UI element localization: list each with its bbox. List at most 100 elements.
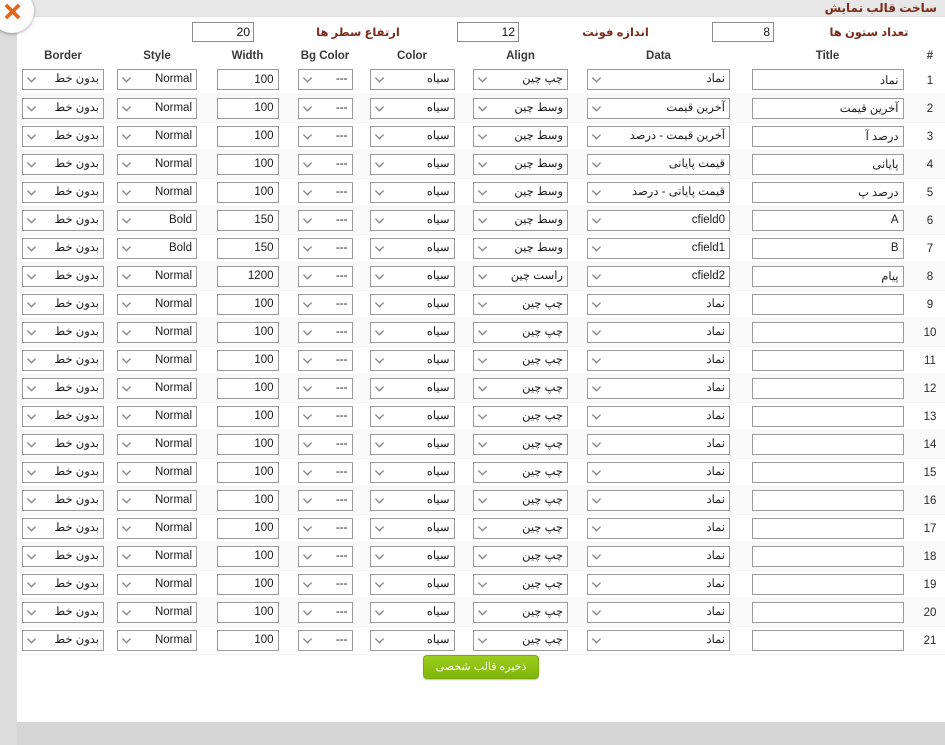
width-input[interactable] (216, 461, 279, 483)
border-select[interactable]: بدون خط (22, 489, 104, 511)
data-select[interactable]: نماد (587, 629, 730, 651)
data-select[interactable]: نماد (587, 433, 730, 455)
data-select[interactable]: نماد (587, 517, 730, 539)
data-select[interactable]: نماد (587, 405, 730, 427)
width-input[interactable] (216, 349, 279, 371)
bg-color-select[interactable]: --- (297, 433, 353, 455)
width-input[interactable] (216, 545, 279, 567)
style-select[interactable]: Normal (117, 517, 197, 539)
title-input[interactable] (751, 377, 904, 399)
width-input[interactable] (216, 321, 279, 343)
title-input[interactable] (751, 629, 904, 651)
style-select[interactable]: Normal (117, 153, 197, 175)
align-select[interactable]: وسط چین (473, 181, 568, 203)
align-select[interactable]: چپ چین (473, 349, 568, 371)
bg-color-select[interactable]: --- (297, 237, 353, 259)
width-input[interactable] (216, 489, 279, 511)
color-select[interactable]: سیاه (369, 181, 455, 203)
title-input[interactable] (751, 265, 904, 287)
color-select[interactable]: سیاه (369, 97, 455, 119)
style-select[interactable]: Normal (117, 405, 197, 427)
data-select[interactable]: آخرین قیمت - درصد (587, 125, 730, 147)
title-input[interactable] (751, 489, 904, 511)
align-select[interactable]: وسط چین (473, 237, 568, 259)
save-personal-template-button[interactable]: ذخیره قالب شخصی (422, 655, 540, 679)
title-input[interactable] (751, 69, 904, 91)
data-select[interactable]: نماد (587, 321, 730, 343)
color-select[interactable]: سیاه (369, 293, 455, 315)
bg-color-select[interactable]: --- (297, 629, 353, 651)
bg-color-select[interactable]: --- (297, 125, 353, 147)
border-select[interactable]: بدون خط (22, 433, 104, 455)
setting-input-font-size[interactable] (457, 21, 519, 42)
color-select[interactable]: سیاه (369, 573, 455, 595)
align-select[interactable]: چپ چین (473, 517, 568, 539)
data-select[interactable]: نماد (587, 545, 730, 567)
width-input[interactable] (216, 433, 279, 455)
title-input[interactable] (751, 461, 904, 483)
align-select[interactable]: چپ چین (473, 293, 568, 315)
align-select[interactable]: چپ چین (473, 69, 568, 91)
data-select[interactable]: cfield1 (587, 237, 730, 259)
align-select[interactable]: چپ چین (473, 461, 568, 483)
width-input[interactable] (216, 517, 279, 539)
style-select[interactable]: Normal (117, 433, 197, 455)
style-select[interactable]: Normal (117, 629, 197, 651)
color-select[interactable]: سیاه (369, 489, 455, 511)
align-select[interactable]: چپ چین (473, 545, 568, 567)
border-select[interactable]: بدون خط (22, 69, 104, 91)
title-input[interactable] (751, 125, 904, 147)
align-select[interactable]: چپ چین (473, 377, 568, 399)
style-select[interactable]: Normal (117, 461, 197, 483)
border-select[interactable]: بدون خط (22, 349, 104, 371)
title-input[interactable] (751, 237, 904, 259)
align-select[interactable]: چپ چین (473, 601, 568, 623)
bg-color-select[interactable]: --- (297, 377, 353, 399)
color-select[interactable]: سیاه (369, 321, 455, 343)
title-input[interactable] (751, 321, 904, 343)
title-input[interactable] (751, 153, 904, 175)
setting-input-row-height[interactable] (192, 21, 254, 42)
title-input[interactable] (751, 209, 904, 231)
bg-color-select[interactable]: --- (297, 265, 353, 287)
bg-color-select[interactable]: --- (297, 545, 353, 567)
border-select[interactable]: بدون خط (22, 573, 104, 595)
bg-color-select[interactable]: --- (297, 209, 353, 231)
border-select[interactable]: بدون خط (22, 125, 104, 147)
border-select[interactable]: بدون خط (22, 517, 104, 539)
width-input[interactable] (216, 237, 279, 259)
width-input[interactable] (216, 405, 279, 427)
style-select[interactable]: Normal (117, 321, 197, 343)
color-select[interactable]: سیاه (369, 517, 455, 539)
bg-color-select[interactable]: --- (297, 517, 353, 539)
width-input[interactable] (216, 125, 279, 147)
width-input[interactable] (216, 265, 279, 287)
border-select[interactable]: بدون خط (22, 265, 104, 287)
title-input[interactable] (751, 517, 904, 539)
bg-color-select[interactable]: --- (297, 573, 353, 595)
title-input[interactable] (751, 293, 904, 315)
width-input[interactable] (216, 97, 279, 119)
style-select[interactable]: Normal (117, 265, 197, 287)
color-select[interactable]: سیاه (369, 69, 455, 91)
data-select[interactable]: نماد (587, 377, 730, 399)
data-select[interactable]: نماد (587, 601, 730, 623)
width-input[interactable] (216, 293, 279, 315)
bg-color-select[interactable]: --- (297, 349, 353, 371)
width-input[interactable] (216, 377, 279, 399)
color-select[interactable]: سیاه (369, 433, 455, 455)
style-select[interactable]: Normal (117, 573, 197, 595)
color-select[interactable]: سیاه (369, 461, 455, 483)
align-select[interactable]: راست چین (473, 265, 568, 287)
color-select[interactable]: سیاه (369, 265, 455, 287)
border-select[interactable]: بدون خط (22, 377, 104, 399)
bg-color-select[interactable]: --- (297, 601, 353, 623)
align-select[interactable]: چپ چین (473, 629, 568, 651)
align-select[interactable]: چپ چین (473, 573, 568, 595)
data-select[interactable]: نماد (587, 573, 730, 595)
align-select[interactable]: چپ چین (473, 321, 568, 343)
style-select[interactable]: Normal (117, 349, 197, 371)
title-input[interactable] (751, 349, 904, 371)
border-select[interactable]: بدون خط (22, 237, 104, 259)
width-input[interactable] (216, 153, 279, 175)
